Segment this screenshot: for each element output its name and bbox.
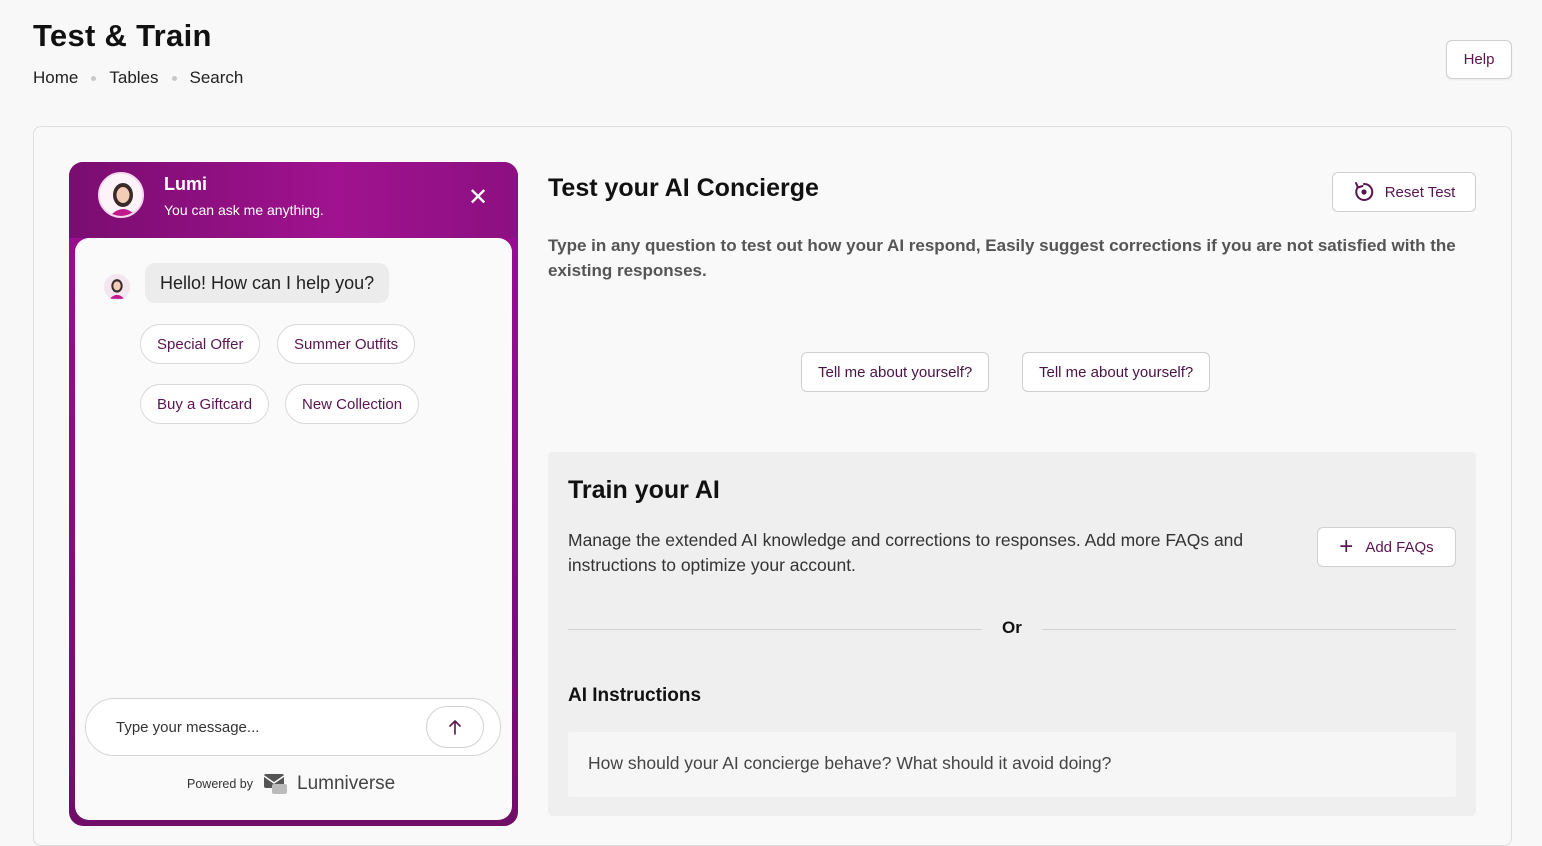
powered-by-label: Powered by [187,777,254,791]
page-header: Test & Train Home Tables Search [33,18,243,88]
chat-widget: Lumi You can ask me anything. ✕ Hello! H… [69,162,518,826]
breadcrumb-tables[interactable]: Tables [109,68,158,88]
test-description: Type in any question to test out how you… [548,236,1456,280]
brand-name[interactable]: Lumniverse [297,773,395,795]
add-faqs-label: Add FAQs [1365,538,1434,556]
avatar-icon [100,174,142,216]
ai-instructions-input[interactable] [568,732,1456,797]
breadcrumb: Home Tables Search [33,68,243,88]
divider-line [568,629,982,630]
add-faqs-button[interactable]: + Add FAQs [1317,527,1456,567]
divider-line [1042,629,1456,630]
chat-header: Lumi You can ask me anything. ✕ [69,162,518,238]
bot-avatar [98,172,144,218]
close-icon[interactable]: ✕ [467,186,489,210]
arrow-up-icon [449,720,461,735]
breadcrumb-separator [171,75,177,81]
message-input[interactable] [116,715,416,739]
bot-name: Lumi [164,174,207,194]
quick-reply-summer-outfits[interactable]: Summer Outfits [277,324,416,364]
quick-reply-special-offer[interactable]: Special Offer [140,324,261,364]
powered-by: Powered by Lumniverse [187,772,395,796]
train-section: Train your AI Manage the extended AI kno… [548,452,1476,816]
ai-instructions-title: AI Instructions [568,685,702,706]
reset-icon [1354,182,1373,201]
suggested-question-button[interactable]: Tell me about yourself? [801,352,990,392]
brand-logo-icon [263,774,288,794]
train-description: Manage the extended AI knowledge and cor… [568,530,1244,575]
quick-reply-buy-giftcard[interactable]: Buy a Giftcard [140,384,270,424]
breadcrumb-search[interactable]: Search [190,68,244,88]
or-label: Or [1002,618,1022,637]
bot-message-avatar [104,274,130,300]
breadcrumb-home[interactable]: Home [33,68,78,88]
bot-greeting-message: Hello! How can I help you? [145,263,390,303]
send-button[interactable] [426,706,484,748]
chat-input-bar [85,698,501,756]
help-button[interactable]: Help [1446,40,1512,79]
avatar-icon [104,274,130,300]
quick-reply-new-collection[interactable]: New Collection [285,384,420,424]
or-divider: Or [568,618,1456,640]
reset-test-label: Reset Test [1384,183,1456,201]
plus-icon: + [1339,533,1354,560]
breadcrumb-separator [91,75,97,81]
chat-body: Hello! How can I help you? Special Offer… [75,238,512,820]
train-section-title: Train your AI [568,476,720,504]
suggested-question-button[interactable]: Tell me about yourself? [1022,352,1211,392]
ai-instructions-box [568,732,1456,797]
bot-subtitle: You can ask me anything. [164,202,324,218]
reset-test-button[interactable]: Reset Test [1332,172,1476,212]
test-section-title: Test your AI Concierge [548,174,819,202]
page-title: Test & Train [33,18,212,53]
